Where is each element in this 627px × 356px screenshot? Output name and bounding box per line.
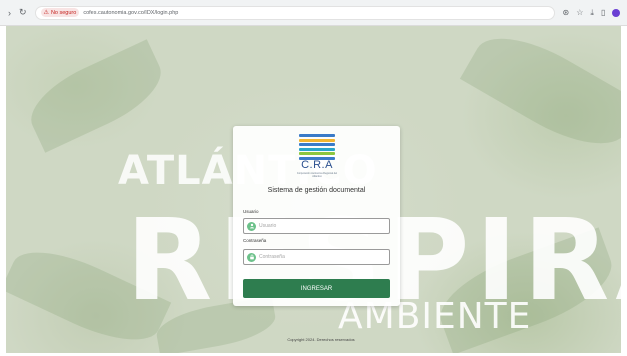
password-label: Contraseña [243, 238, 267, 243]
star-icon[interactable]: ☆ [576, 8, 583, 17]
browser-toolbar: › ↻ ⚠ No seguro cofes.cautonomia.gov.co/… [0, 0, 627, 26]
password-input[interactable] [259, 254, 379, 260]
logo-stripe [299, 134, 335, 137]
user-field[interactable] [243, 218, 390, 234]
reload-icon[interactable]: ↻ [19, 7, 27, 18]
password-field[interactable] [243, 249, 390, 265]
profile-avatar[interactable] [612, 8, 621, 17]
login-card: C.R.A Corporación Autónoma Regional del … [233, 126, 400, 306]
logo-name: C.R.A [301, 159, 333, 171]
logo-stripe [299, 143, 335, 146]
system-title: Sistema de gestión documental [267, 187, 366, 194]
logo-stripe [299, 138, 335, 142]
leaf-decoration [19, 39, 173, 153]
leaf-decoration [459, 26, 621, 164]
logo-stripe [299, 147, 335, 151]
translate-icon[interactable]: ⊛ [563, 8, 570, 17]
copyright-footer: Copyright 2024. Derechos reservados [287, 337, 355, 342]
logo-stripes [299, 134, 335, 160]
download-icon[interactable]: ⤓ [590, 8, 594, 18]
address-bar[interactable]: ⚠ No seguro cofes.cautonomia.gov.co/IDX/… [34, 5, 555, 20]
user-input[interactable] [259, 223, 379, 229]
url-text[interactable]: cofes.cautonomia.gov.co/IDX/login.php [83, 10, 178, 16]
browser-actions: ⊛ ☆ ⤓ ▯ [563, 8, 621, 18]
warning-icon: ⚠ [43, 10, 49, 16]
user-icon [247, 221, 256, 231]
login-button[interactable]: INGRESAR [243, 279, 390, 298]
logo-subtitle: Corporación Autónoma Regional del Atlánt… [296, 172, 338, 178]
security-indicator[interactable]: ⚠ No seguro [40, 8, 80, 17]
user-label: Usuario [243, 209, 259, 214]
logo-stripe [299, 152, 335, 155]
forward-icon[interactable]: › [8, 8, 11, 18]
sidepanel-icon[interactable]: ▯ [601, 8, 605, 17]
login-page: ATLÁNTICO RESPIRA AMBIENTE C.R.A Corpora… [6, 26, 621, 353]
security-label: No seguro [50, 9, 77, 16]
lock-icon [247, 252, 256, 262]
